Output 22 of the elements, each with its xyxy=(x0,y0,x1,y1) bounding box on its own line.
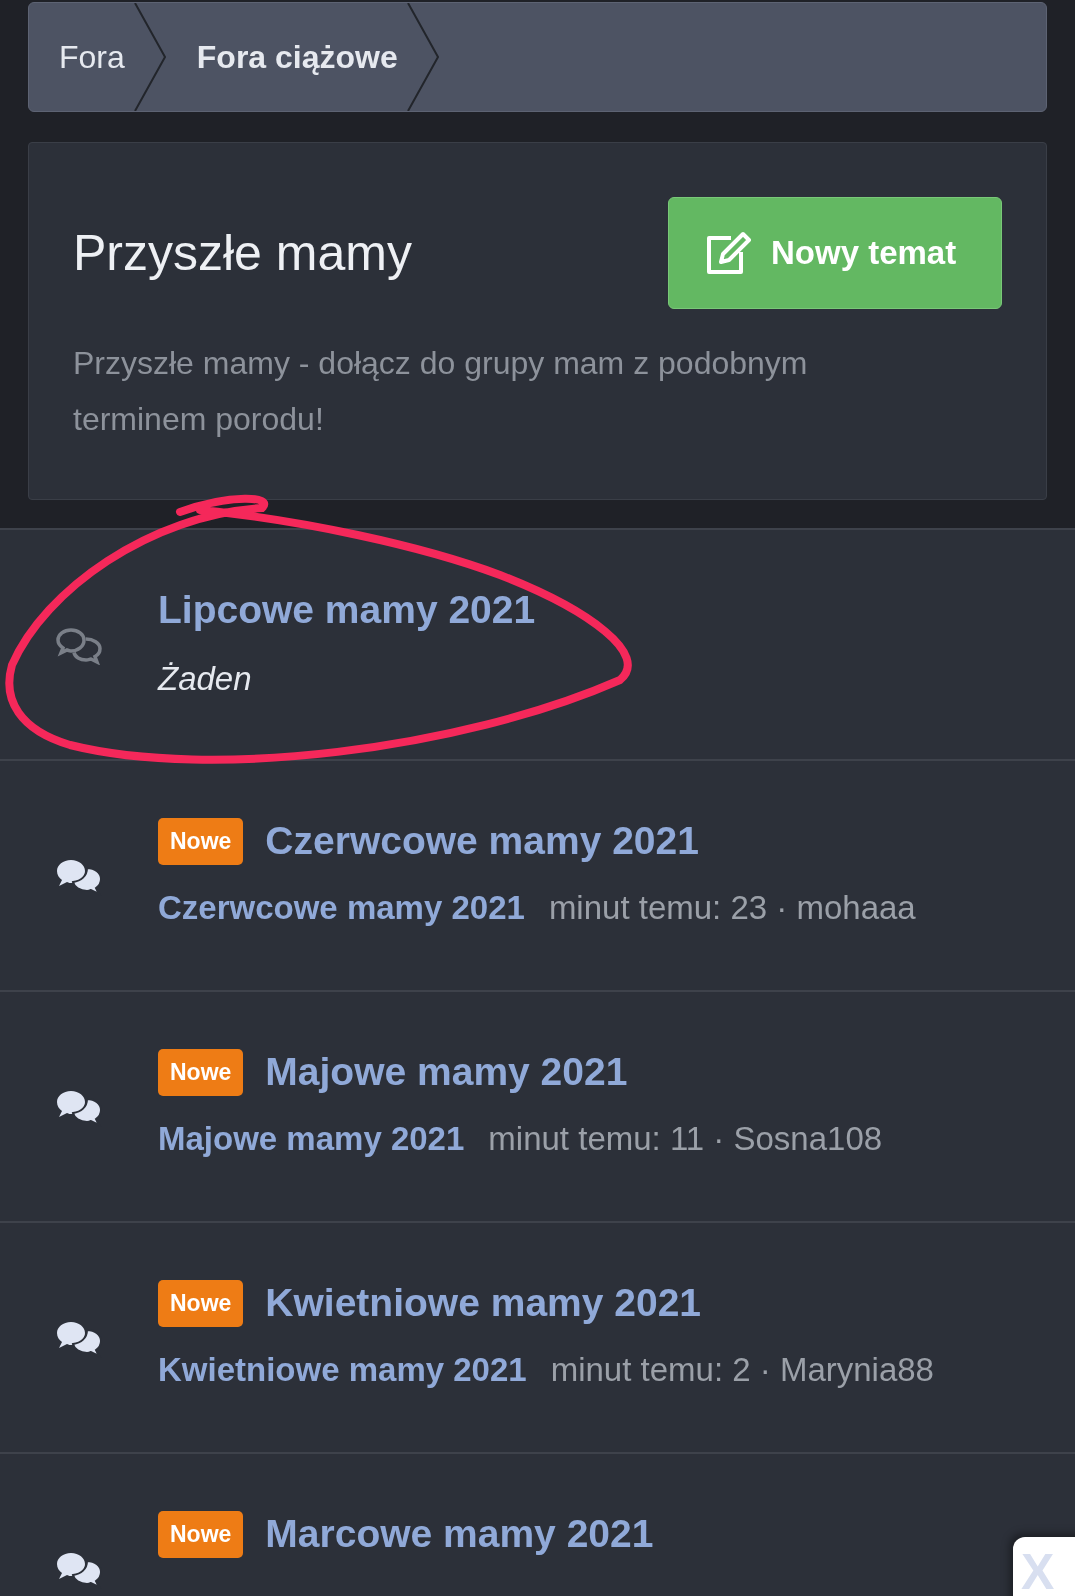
latest-thread-link[interactable]: Kwietniowe mamy 2021 xyxy=(158,1351,527,1389)
forum-title-link[interactable]: Marcowe mamy 2021 xyxy=(265,1512,654,1556)
post-meta: minut temu: 2 · Marynia88 xyxy=(550,1351,934,1389)
forum-title-link[interactable]: Lipcowe mamy 2021 xyxy=(158,588,536,632)
new-badge: Nowe xyxy=(158,1510,244,1558)
latest-post-none: Żaden xyxy=(158,660,253,698)
forum-description: Przyszłe mamy - dołącz do grupy mam z podobnym terminem porodu! xyxy=(73,344,809,439)
new-badge: Nowe xyxy=(158,1048,244,1096)
post-meta: minut temu: 11 · Sosna108 xyxy=(488,1120,883,1158)
chevron-icon xyxy=(132,3,167,111)
forum-title-link[interactable]: Kwietniowe mamy 2021 xyxy=(265,1281,702,1325)
breadcrumb-link[interactable]: Fora xyxy=(29,38,133,76)
new-badge: Nowe xyxy=(158,817,244,865)
breadcrumb-link[interactable]: Fora ciążowe xyxy=(166,38,406,76)
latest-thread-link[interactable]: Majowe mamy 2021 xyxy=(158,1120,465,1158)
new-badge: Nowe xyxy=(158,1279,244,1327)
chevron-icon xyxy=(405,3,440,111)
forum-title-link[interactable]: Majowe mamy 2021 xyxy=(265,1050,628,1094)
post-meta: minut temu: 23 · mohaaa xyxy=(548,889,916,927)
forum-title-link[interactable]: Czerwcowe mamy 2021 xyxy=(265,819,699,863)
page-title: Przyszłe mamy xyxy=(73,224,412,282)
latest-thread-link[interactable]: Czerwcowe mamy 2021 xyxy=(158,889,525,927)
